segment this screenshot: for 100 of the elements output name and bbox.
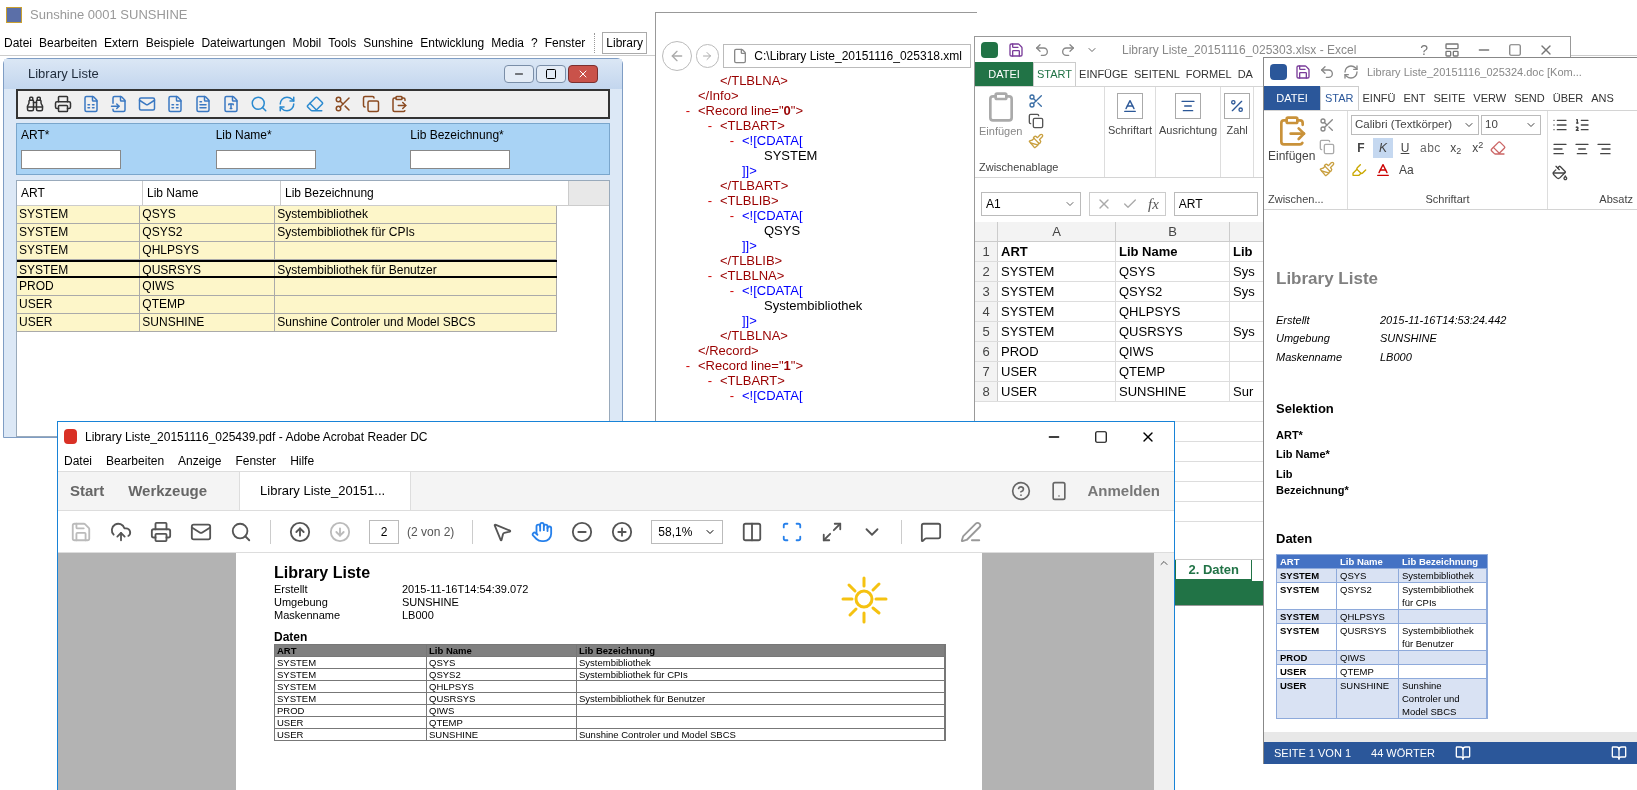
ribbon-tab[interactable]: ÜBER (1548, 86, 1588, 110)
ribbon-tab[interactable]: SEND (1510, 86, 1549, 110)
collapse-toggle[interactable]: - (720, 388, 742, 403)
row-number[interactable]: 4 (975, 302, 998, 321)
ribbon-tab[interactable]: FORMEL (1182, 62, 1235, 86)
menu-item[interactable]: Media (491, 33, 524, 52)
format-button[interactable]: F (1351, 138, 1371, 158)
collapse-toggle[interactable]: - (676, 358, 698, 373)
table-row[interactable]: SYSTEM QSYS Systembibliothek (17, 206, 557, 224)
ribbon-tab[interactable]: SEITENL (1130, 62, 1183, 86)
menu-item[interactable]: Sunshine (363, 33, 414, 52)
file-tab[interactable]: DATEI (1264, 86, 1320, 110)
collapse-toggle[interactable]: - (698, 193, 720, 208)
align-right-icon[interactable] (1596, 141, 1612, 157)
paste-button[interactable]: Einfügen (979, 91, 1023, 140)
collapse-toggle[interactable]: - (720, 208, 742, 223)
cut-icon[interactable] (334, 95, 352, 113)
copy-icon[interactable] (1028, 113, 1045, 129)
menu-item[interactable]: Bearbeiten (106, 452, 165, 470)
redo-icon[interactable] (1060, 41, 1076, 58)
filter-field[interactable] (215, 150, 316, 169)
menu-item[interactable]: Datei (64, 452, 92, 470)
nav-tab[interactable]: Werkzeuge (116, 472, 220, 510)
file-tab[interactable]: DATEI (975, 62, 1033, 86)
format-button[interactable]: abc (1417, 138, 1444, 158)
format-painter-icon[interactable] (1319, 161, 1336, 177)
table-row[interactable]: SYSTEM QHLPSYS (17, 242, 557, 260)
spreadsheet-icon[interactable] (166, 95, 184, 113)
copy-icon[interactable] (362, 95, 380, 113)
filter-field[interactable] (21, 150, 121, 169)
menu-item[interactable]: ? (531, 33, 538, 52)
minimize-button[interactable] (504, 65, 534, 83)
font-size-select[interactable]: 10 (1481, 115, 1541, 135)
save-icon[interactable] (1008, 41, 1024, 58)
format-button[interactable]: U (1395, 138, 1415, 158)
page-layout-icon[interactable] (741, 520, 764, 543)
table-icon[interactable] (82, 95, 100, 113)
paste-button[interactable]: Einfügen (1268, 115, 1316, 191)
address-bar[interactable]: C:\Library Liste_20151116_025318.xml (723, 44, 971, 68)
menu-item[interactable]: Beispiele (145, 33, 195, 52)
menu-item[interactable]: Anzeige (178, 452, 222, 470)
zoom-out-icon[interactable] (571, 520, 594, 543)
collapse-toggle[interactable]: - (676, 103, 698, 118)
collapse-toggle[interactable]: - (698, 118, 720, 133)
paste-icon[interactable] (390, 95, 408, 113)
align-center-icon[interactable] (1574, 141, 1590, 157)
bullet-list-icon[interactable] (1552, 117, 1568, 133)
restore-button[interactable] (536, 65, 566, 83)
cut-icon[interactable] (1028, 93, 1045, 109)
ribbon-button[interactable]: Schriftart (1105, 87, 1156, 177)
table-row[interactable]: PROD QIWS (17, 278, 557, 296)
collapse-toggle[interactable]: - (698, 373, 720, 388)
table-row[interactable]: USER QTEMP (17, 296, 557, 314)
menu-item[interactable]: Mobil (292, 33, 322, 52)
menu-item[interactable]: Entwicklung (420, 33, 485, 52)
binoculars-icon[interactable] (26, 95, 44, 113)
search-icon[interactable] (230, 520, 252, 543)
ribbon-options-icon[interactable] (1444, 41, 1460, 58)
zoom-select[interactable]: 58,1% (651, 519, 724, 544)
column-letter[interactable]: B (1116, 222, 1230, 241)
help-icon[interactable] (1011, 481, 1032, 501)
ribbon-tab[interactable]: EINFÜGE (1076, 62, 1131, 86)
column-header[interactable]: ART (17, 181, 143, 205)
file-import-icon[interactable] (110, 95, 128, 113)
print-icon[interactable] (150, 520, 172, 543)
undo-icon[interactable] (1034, 41, 1050, 58)
ribbon-tab[interactable]: STAR (1320, 86, 1359, 110)
help-button[interactable]: ? (1420, 42, 1428, 57)
align-left-icon[interactable] (1552, 141, 1568, 157)
row-number[interactable]: 5 (975, 322, 998, 341)
envelope-icon[interactable] (138, 95, 156, 113)
collapse-toggle[interactable]: - (720, 283, 742, 298)
format-button[interactable]: x$^{2}$ (1467, 138, 1488, 158)
save-icon[interactable] (1295, 64, 1311, 80)
collapse-toggle[interactable]: - (698, 268, 720, 283)
full-screen-icon[interactable] (821, 520, 844, 543)
repeat-icon[interactable] (1343, 64, 1359, 80)
row-number[interactable]: 7 (975, 362, 998, 381)
ribbon-tab[interactable]: ENT (1399, 86, 1430, 110)
ribbon-tab[interactable]: DA (1234, 62, 1256, 86)
ribbon-tab[interactable]: VERW (1469, 86, 1511, 110)
menu-item[interactable]: Extern (104, 33, 139, 52)
print-icon[interactable] (54, 95, 72, 113)
highlighter-icon[interactable] (1351, 162, 1367, 178)
hand-icon[interactable] (531, 520, 554, 543)
row-number[interactable]: 1 (975, 242, 998, 261)
numbered-list-icon[interactable] (1574, 117, 1590, 133)
menu-item[interactable]: Fenster (235, 452, 277, 470)
scrollbar[interactable] (1154, 553, 1174, 790)
pen-icon[interactable] (960, 520, 983, 543)
window-menu-button[interactable]: Library (602, 31, 648, 54)
shading-icon[interactable] (1552, 165, 1568, 181)
read-mode-icon[interactable] (1611, 745, 1627, 761)
search-icon[interactable] (250, 95, 268, 113)
previous-page-icon[interactable] (289, 520, 311, 543)
format-button[interactable]: K (1373, 138, 1393, 158)
ribbon-tab[interactable]: SEITE (1429, 86, 1470, 110)
sign-in-button[interactable]: Anmelden (1087, 479, 1160, 503)
format-button[interactable]: x$_{2}$ (1445, 138, 1466, 158)
document-tab[interactable]: Library Liste_20151... (239, 472, 412, 510)
